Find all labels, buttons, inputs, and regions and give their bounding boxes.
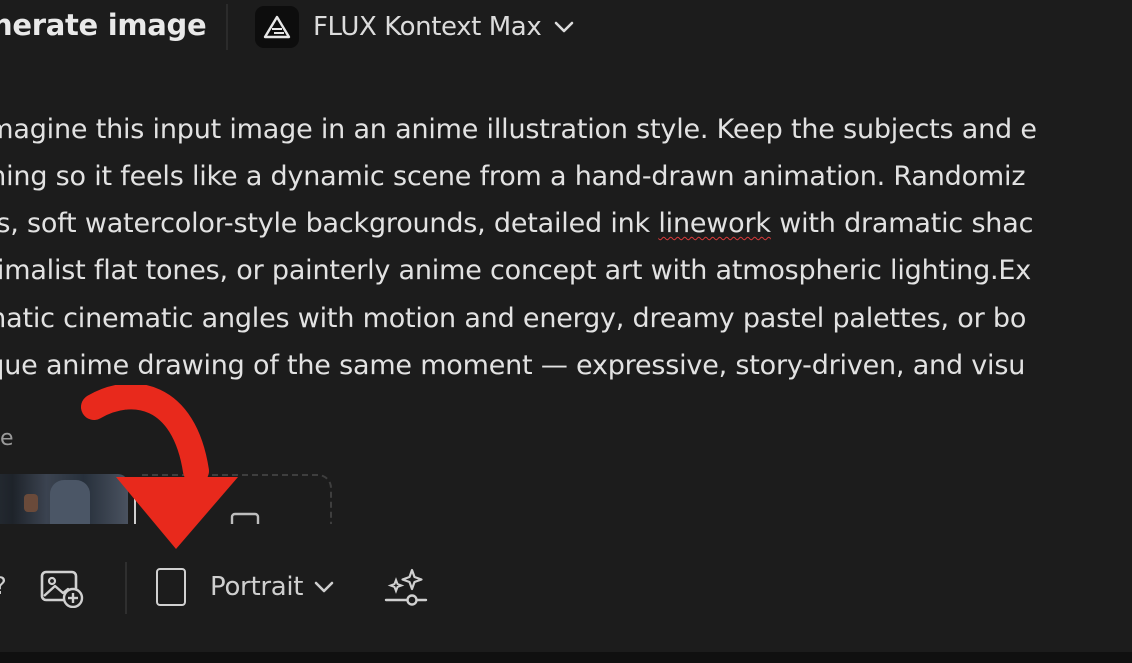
toolbar-divider [125,562,127,614]
model-selector[interactable]: FLUX Kontext Max [255,6,575,48]
portrait-frame-icon [156,568,186,606]
bottom-edge [0,652,1132,663]
prompt-line: imagine this input image in an anime ill… [0,114,1037,145]
add-image-icon[interactable] [40,568,84,609]
header-divider [226,4,228,50]
upload-image-icon [228,510,264,524]
chevron-down-icon [313,580,335,594]
prompt-line-segment: with dramatic shac [770,208,1034,239]
flux-logo-icon [255,6,299,48]
misspelled-word: linework [658,208,771,239]
prompt-line: matic cinematic angles with motion and e… [0,303,1027,334]
prompt-line: ique anime drawing of the same moment — … [0,350,1026,381]
chevron-down-icon [553,20,575,34]
style-effects-icon[interactable] [382,566,430,610]
panel-header: nerate image FLUX Kontext Max [0,0,1132,60]
prompt-line-segment: es, soft watercolor-style backgrounds, d… [0,208,659,239]
page-title: nerate image [0,8,207,42]
thumbnail-face [24,494,38,512]
red-curved-arrow-icon [80,383,250,555]
aspect-ratio-dropdown[interactable]: Portrait [156,566,335,608]
thumbnail-divider [134,494,136,524]
prompt-line: nimalist flat tones, or painterly anime … [0,255,1032,286]
help-icon[interactable]: ? [0,572,7,600]
aspect-ratio-label: Portrait [210,572,304,602]
thumbnail-figure [50,480,90,524]
model-name: FLUX Kontext Max [313,12,542,42]
reference-image-label: ge [0,426,14,451]
prompt-line: es, soft watercolor-style backgrounds, d… [0,208,1033,239]
prompt-line: ming so it feels like a dynamic scene fr… [0,161,1026,192]
reference-thumbnail[interactable] [0,474,128,524]
prompt-text-area[interactable]: imagine this input image in an anime ill… [0,110,1132,400]
